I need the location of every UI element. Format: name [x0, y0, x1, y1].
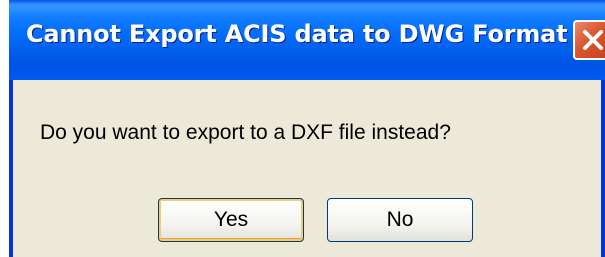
close-x-icon — [583, 30, 603, 50]
dialog-title: Cannot Export ACIS data to DWG Format — [26, 20, 568, 48]
no-button[interactable]: No — [327, 198, 473, 242]
export-dialog: Cannot Export ACIS data to DWG Format Do… — [9, 0, 605, 257]
dialog-message: Do you want to export to a DXF file inst… — [40, 121, 451, 144]
close-button[interactable] — [573, 20, 605, 60]
yes-button[interactable]: Yes — [158, 198, 304, 242]
title-bar[interactable]: Cannot Export ACIS data to DWG Format — [9, 0, 605, 80]
